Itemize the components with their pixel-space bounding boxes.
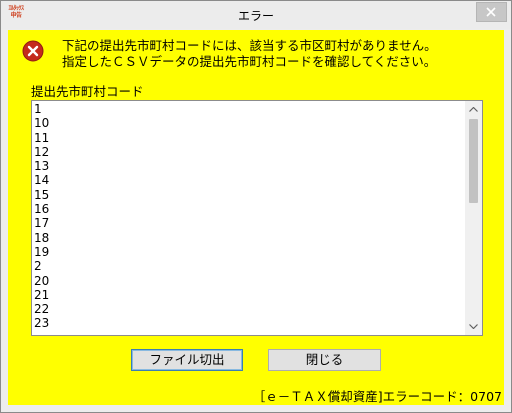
list-item[interactable]: 2 (34, 259, 49, 273)
list-item[interactable]: 18 (34, 231, 49, 245)
scroll-down-button[interactable] (465, 318, 482, 335)
close-button[interactable]: 閉じる (268, 349, 381, 371)
scrollbar-thumb[interactable] (469, 119, 478, 203)
scroll-up-button[interactable] (465, 101, 482, 118)
code-list-label: 提出先市町村コード (31, 84, 144, 99)
list-item[interactable]: 13 (34, 159, 49, 173)
list-item[interactable]: 15 (34, 188, 49, 202)
error-icon (22, 40, 44, 62)
list-item[interactable]: 10 (34, 116, 49, 130)
list-item[interactable]: 1 (34, 102, 49, 116)
title-bar[interactable]: ｴﾙﾀｯｸｽ 申告 エラー (1, 1, 511, 29)
list-item[interactable]: 16 (34, 202, 49, 216)
error-dialog-window: ｴﾙﾀｯｸｽ 申告 エラー 下記の提出先市町村コードには、該当する市区町村がありま… (0, 0, 512, 413)
code-list-items: 1 10 11 12 13 14 15 16 17 18 19 2 20 21 22 23 (34, 102, 49, 331)
error-message-line-1: 下記の提出先市町村コードには、該当する市区町村がありません。 (62, 38, 437, 53)
list-item[interactable]: 19 (34, 245, 49, 259)
cut-file-button[interactable]: ファイル切出 (131, 349, 243, 371)
error-message-line-2: 指定したＣＳＶデータの提出先市町村コードを確認してください。 (62, 54, 437, 69)
list-item[interactable]: 22 (34, 302, 49, 316)
close-icon (486, 7, 496, 17)
chevron-up-icon (469, 107, 478, 112)
list-item[interactable]: 12 (34, 145, 49, 159)
code-listbox[interactable]: 1 10 11 12 13 14 15 16 17 18 19 2 20 21 22 23 (31, 100, 483, 336)
list-item[interactable]: 23 (34, 316, 49, 330)
error-code: ［ｅ－ＴＡＸ償却資産]エラーコード：0707 (252, 389, 502, 404)
list-item[interactable]: 20 (34, 274, 49, 288)
list-item[interactable]: 11 (34, 131, 49, 145)
chevron-down-icon (469, 324, 478, 329)
list-item[interactable]: 17 (34, 216, 49, 230)
dialog-body: 下記の提出先市町村コードには、該当する市区町村がありません。 指定したＣＳＶデー… (8, 30, 504, 405)
close-window-button[interactable] (476, 2, 507, 22)
window-title: エラー (237, 9, 274, 23)
list-item[interactable]: 14 (34, 173, 49, 187)
list-item[interactable]: 21 (34, 288, 49, 302)
error-message: 下記の提出先市町村コードには、該当する市区町村がありません。 指定したＣＳＶデー… (62, 38, 437, 70)
vertical-scrollbar[interactable] (465, 101, 482, 335)
